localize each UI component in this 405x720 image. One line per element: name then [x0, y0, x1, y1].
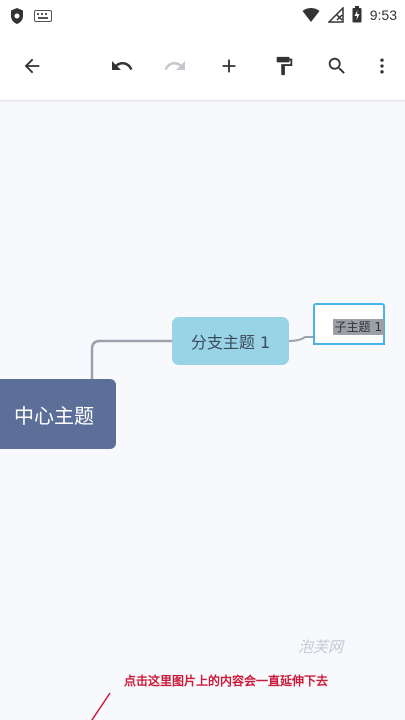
status-right-icons: 9:53: [302, 6, 397, 23]
back-arrow-icon: [24, 58, 40, 74]
keyboard-icon: [34, 10, 52, 22]
branch-topic-label: 分支主题 1: [190, 333, 271, 352]
search-icon: [328, 57, 345, 74]
shield-icon: [11, 8, 23, 24]
status-time: 9:53: [369, 6, 397, 23]
redo-button[interactable]: [157, 48, 193, 84]
sub-topic-label[interactable]: 子主题 1: [332, 319, 384, 335]
central-topic-label: 中心主题: [14, 403, 94, 428]
sub-topic-node-selected[interactable]: 子主题 1: [313, 303, 385, 345]
annotation-text: 点击这里图片上的内容会一直延伸下去: [124, 674, 329, 688]
redo-icon: [164, 61, 185, 70]
battery-icon: [352, 6, 362, 23]
wifi-icon: [302, 7, 320, 22]
format-painter-icon: [276, 56, 293, 76]
add-topic-button[interactable]: [211, 48, 247, 84]
format-painter-button[interactable]: [266, 48, 302, 84]
back-button[interactable]: [14, 48, 50, 84]
connector-central-to-branch: [90, 339, 172, 379]
more-options-button[interactable]: [364, 48, 400, 84]
status-left-icons: [10, 7, 52, 25]
annotation-pointer-line: [91, 692, 111, 720]
undo-button[interactable]: [104, 48, 140, 84]
watermark-text: 泡芙网: [298, 638, 344, 656]
status-bar: 9:53: [0, 0, 405, 32]
add-icon: [222, 59, 236, 73]
connector-branch-to-sub: [288, 336, 313, 342]
undo-icon: [112, 61, 133, 70]
no-signal-icon: [327, 6, 344, 23]
branch-topic-node[interactable]: 分支主题 1: [172, 317, 289, 365]
toolbar: [0, 32, 405, 101]
search-button[interactable]: [319, 48, 355, 84]
mindmap-canvas[interactable]: 中心主题 分支主题 1 子主题 1 泡芙网 点击这里图片上的内容会一直延伸下去: [0, 101, 405, 720]
central-topic-node[interactable]: 中心主题: [0, 379, 116, 449]
more-vert-icon: [380, 58, 384, 74]
